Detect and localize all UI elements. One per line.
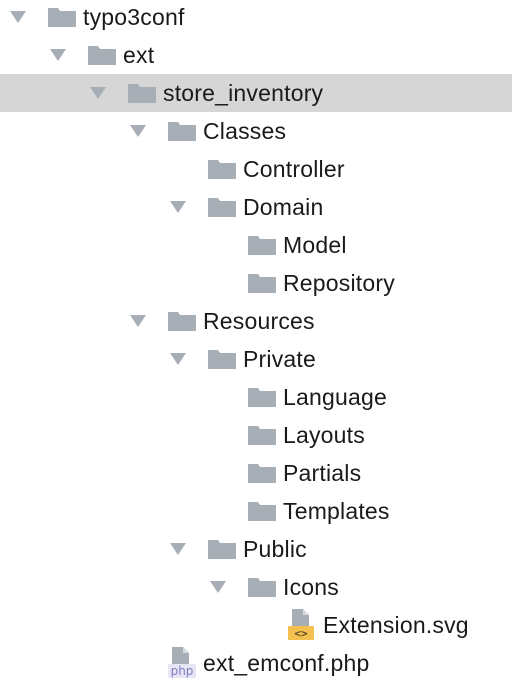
folder-icon [248, 426, 276, 445]
tree-row-label: ext [123, 42, 155, 68]
tree-row-partials[interactable]: Partials [0, 454, 512, 492]
tree-row-label: Language [283, 384, 387, 410]
svg-file-icon: <> [288, 609, 314, 640]
tree-row-label: Extension.svg [323, 612, 469, 638]
chevron-down-icon[interactable] [90, 87, 106, 99]
chevron-down-icon[interactable] [130, 315, 146, 327]
tree-row-label: Classes [203, 118, 287, 144]
tree-row-icons[interactable]: Icons [0, 568, 512, 606]
tree-row-ext-emconf-php[interactable]: php ext_emconf.php [0, 644, 512, 682]
project-file-tree: typo3conf ext store_inventory Classes Co… [0, 0, 512, 688]
chevron-down-icon[interactable] [210, 581, 226, 593]
tree-row-label: Repository [283, 270, 395, 296]
folder-icon [208, 350, 236, 369]
tree-row-label: Icons [283, 574, 339, 600]
tree-row-repository[interactable]: Repository [0, 264, 512, 302]
folder-icon [128, 84, 156, 103]
folder-icon [208, 540, 236, 559]
tree-row-layouts[interactable]: Layouts [0, 416, 512, 454]
tree-row-classes[interactable]: Classes [0, 112, 512, 150]
tree-row-label: store_inventory [163, 80, 324, 106]
chevron-down-icon[interactable] [130, 125, 146, 137]
tree-row-label: typo3conf [83, 4, 185, 30]
tree-row-label: Partials [283, 460, 362, 486]
chevron-down-icon[interactable] [50, 49, 66, 61]
tree-row-label: Controller [243, 156, 345, 182]
folder-icon [248, 578, 276, 597]
tree-row-ext[interactable]: ext [0, 36, 512, 74]
folder-icon [168, 122, 196, 141]
folder-icon [88, 46, 116, 65]
tree-row-language[interactable]: Language [0, 378, 512, 416]
chevron-down-icon[interactable] [170, 201, 186, 213]
folder-icon [248, 502, 276, 521]
tree-row-store-inventory[interactable]: store_inventory [0, 74, 512, 112]
folder-icon [248, 464, 276, 483]
tree-row-label: Domain [243, 194, 324, 220]
folder-icon [48, 8, 76, 27]
tree-row-label: Resources [203, 308, 315, 334]
folder-icon [248, 388, 276, 407]
tree-row-controller[interactable]: Controller [0, 150, 512, 188]
chevron-down-icon[interactable] [170, 543, 186, 555]
tree-row-label: Private [243, 346, 316, 372]
tree-row-label: ext_emconf.php [203, 650, 370, 676]
tree-row-extension-svg[interactable]: <> Extension.svg [0, 606, 512, 644]
php-file-icon: php [168, 647, 196, 678]
tree-row-templates[interactable]: Templates [0, 492, 512, 530]
chevron-down-icon[interactable] [10, 11, 26, 23]
tree-row-typo3conf[interactable]: typo3conf [0, 0, 512, 36]
folder-icon [168, 312, 196, 331]
tree-row-label: Templates [283, 498, 390, 524]
php-file-badge: php [171, 664, 194, 678]
tree-row-label: Layouts [283, 422, 365, 448]
folder-icon [208, 198, 236, 217]
folder-icon [208, 160, 236, 179]
chevron-down-icon[interactable] [170, 353, 186, 365]
svg-file-badge: <> [294, 627, 308, 640]
tree-row-label: Public [243, 536, 307, 562]
tree-row-resources[interactable]: Resources [0, 302, 512, 340]
tree-row-model[interactable]: Model [0, 226, 512, 264]
folder-icon [248, 236, 276, 255]
folder-icon [248, 274, 276, 293]
tree-row-label: Model [283, 232, 347, 258]
tree-row-domain[interactable]: Domain [0, 188, 512, 226]
tree-row-public[interactable]: Public [0, 530, 512, 568]
tree-row-private[interactable]: Private [0, 340, 512, 378]
